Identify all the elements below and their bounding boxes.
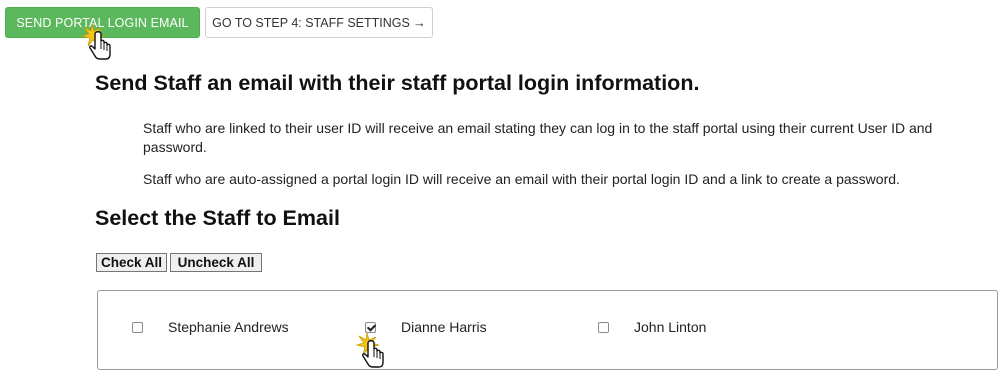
uncheck-all-button[interactable]: Uncheck All [170,253,262,272]
staff-list-panel: Stephanie Andrews Dianne Harris John Lin… [97,290,998,370]
check-all-label: Check All [100,255,163,270]
staff-checkbox-dianne-harris[interactable] [365,321,376,333]
hand-pointer-icon [362,340,384,368]
staff-name: John Linton [634,319,707,335]
hand-pointer-icon [89,31,111,60]
click-cursor-annotation [80,22,120,64]
linked-user-info-text: Staff who are linked to their user ID wi… [143,120,933,155]
staff-item: Stephanie Andrews [132,291,289,363]
page-title: Send Staff an email with their staff por… [95,71,700,95]
go-to-staff-settings-button[interactable]: GO TO STEP 4: STAFF SETTINGS → [205,7,433,38]
staff-checkbox-stephanie-andrews[interactable] [132,321,143,333]
check-all-button[interactable]: Check All [96,253,167,272]
arrow-right-icon: → [412,15,426,30]
staff-name: Dianne Harris [401,319,487,335]
uncheck-all-label: Uncheck All [177,255,255,270]
page: SEND PORTAL LOGIN EMAIL GO TO STEP 4: ST… [0,0,1001,377]
staff-name: Stephanie Andrews [168,319,289,335]
go-to-staff-settings-label: GO TO STEP 4: STAFF SETTINGS [212,15,410,30]
staff-checkbox-john-linton[interactable] [598,321,609,333]
staff-item: John Linton [598,291,706,363]
auto-assigned-info-text: Staff who are auto-assigned a portal log… [143,171,900,187]
select-staff-heading: Select the Staff to Email [95,206,340,230]
click-cursor-annotation [353,332,393,375]
